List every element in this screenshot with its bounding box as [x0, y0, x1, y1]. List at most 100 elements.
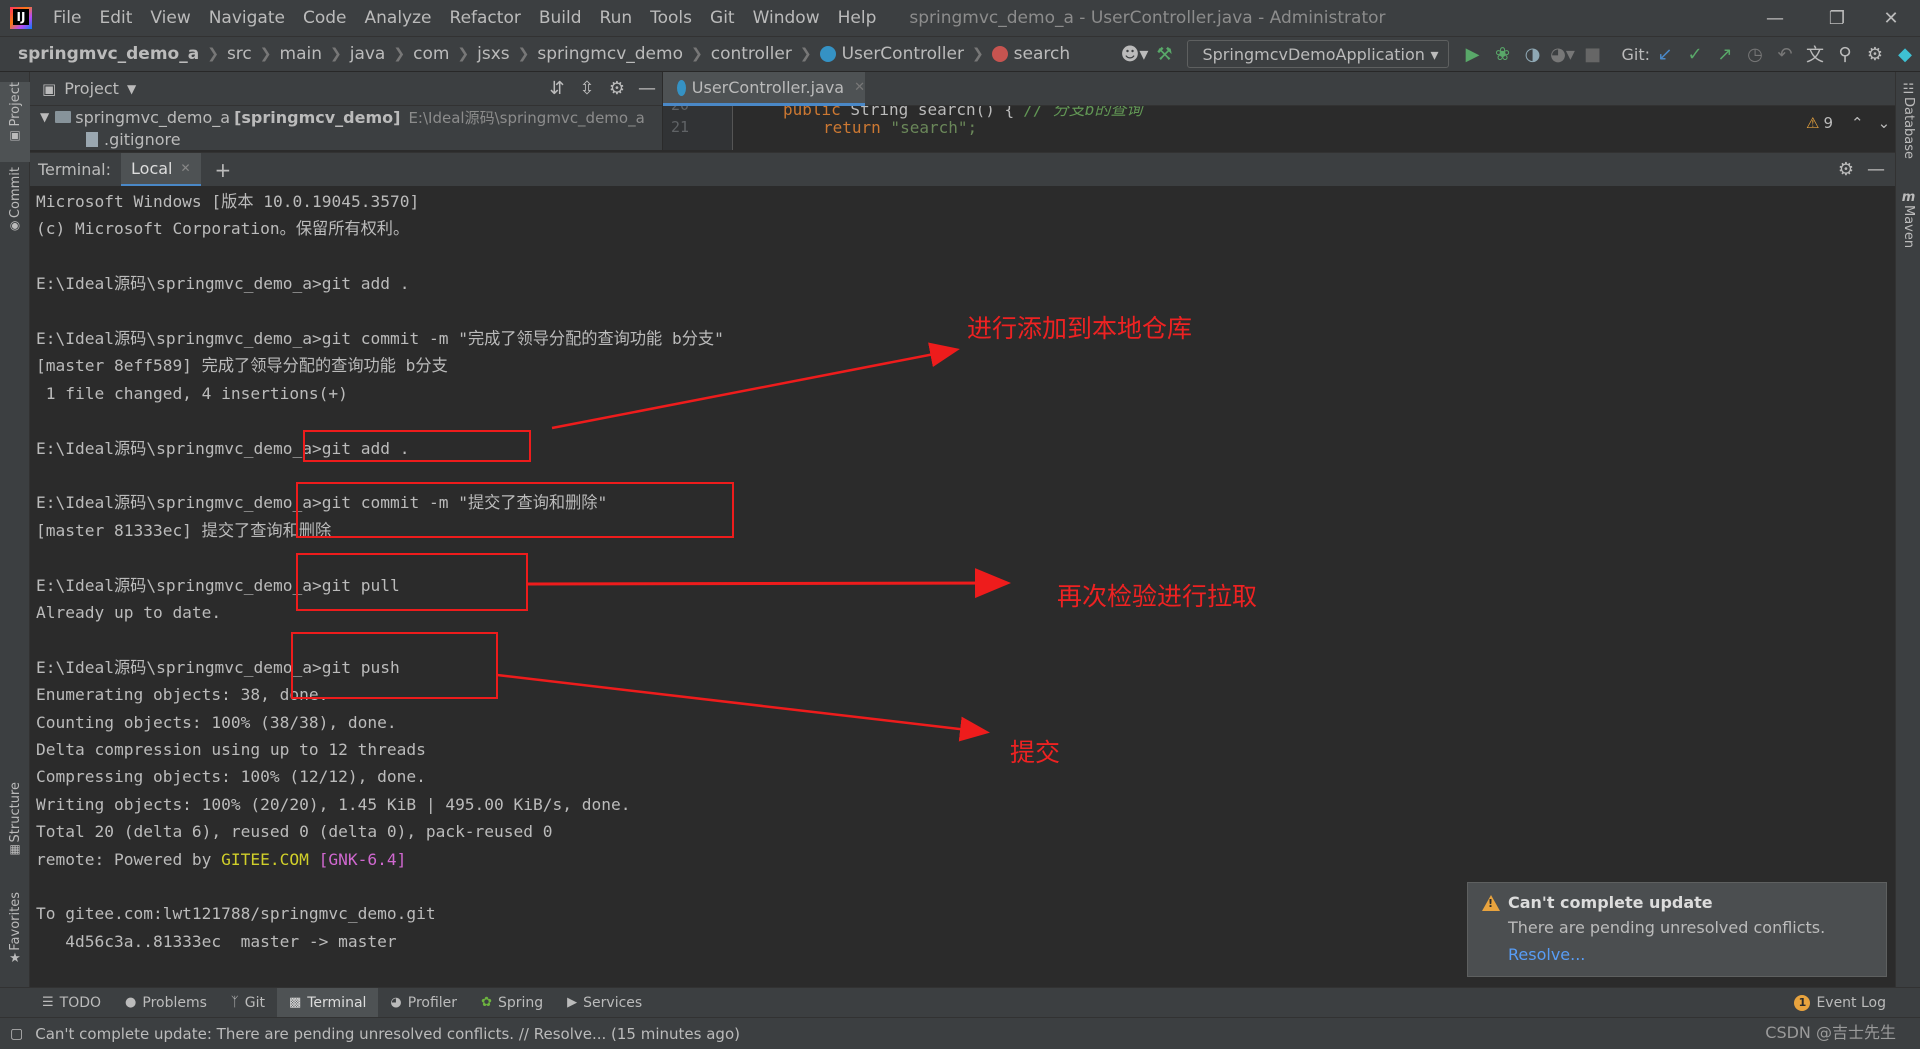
minimize-button[interactable]: — — [1744, 0, 1806, 36]
tool-terminal[interactable]: ▩ Terminal — [276, 987, 379, 1018]
terminal-tab-local[interactable]: Local ✕ — [121, 152, 201, 187]
profile-icon[interactable]: ◕▾ — [1547, 39, 1577, 69]
side-tab-favorites[interactable]: Favorites ★ — [0, 892, 30, 982]
tool-todo[interactable]: ☰ TODO — [30, 988, 113, 1018]
debug-icon[interactable]: ❀ — [1487, 39, 1517, 69]
run-icon[interactable]: ▶ — [1457, 39, 1487, 69]
chevron-right-icon: ❯ — [207, 46, 219, 62]
close-tab-icon[interactable]: ✕ — [854, 80, 865, 95]
breadcrumb-controller[interactable]: controller — [711, 44, 792, 64]
chevron-right-icon: ❯ — [799, 46, 812, 62]
git-commit-icon[interactable]: ✓ — [1680, 39, 1710, 69]
tool-profiler[interactable]: ◕ Profiler — [378, 988, 469, 1018]
breadcrumb-project[interactable]: springmvc_demo_a — [18, 44, 199, 64]
plugin-icon[interactable]: ◆ — [1890, 39, 1920, 69]
git-push-icon[interactable]: ↗ — [1710, 39, 1740, 69]
profiler-icon: ◕ — [390, 995, 402, 1010]
settings-gear-icon[interactable]: ⚙ — [1860, 39, 1890, 69]
hide-panel-icon[interactable]: — — [632, 74, 662, 104]
restore-button[interactable]: ❐ — [1806, 0, 1868, 36]
tool-services[interactable]: ▶ Services — [555, 988, 654, 1018]
breadcrumb-com[interactable]: com — [413, 44, 449, 64]
project-view-selector[interactable]: Project — [64, 79, 119, 98]
side-tab-commit[interactable]: Commit ◉ — [0, 167, 30, 247]
panel-settings-icon[interactable]: ⚙ — [602, 74, 632, 104]
translate-icon[interactable]: 文 — [1800, 39, 1830, 69]
build-hammer-icon[interactable]: ⚒ — [1149, 39, 1179, 69]
git-rollback-icon[interactable]: ↶ — [1770, 39, 1800, 69]
menu-build[interactable]: Build — [530, 0, 591, 36]
chevron-down-icon[interactable]: ▼ — [127, 82, 136, 96]
menu-file[interactable]: File — [44, 0, 90, 36]
warning-icon: ⚠ — [1806, 114, 1820, 132]
hide-terminal-icon[interactable]: — — [1861, 155, 1891, 185]
side-tab-database[interactable]: ☳ Database — [1896, 82, 1920, 172]
tool-spring[interactable]: ✿ Spring — [469, 988, 555, 1018]
menu-view[interactable]: View — [141, 0, 199, 36]
menu-git[interactable]: Git — [701, 0, 744, 36]
side-tab-project[interactable]: Project ▣ — [0, 82, 30, 162]
close-tab-icon[interactable]: ✕ — [180, 161, 190, 175]
breadcrumb-jsxs[interactable]: jsxs — [477, 44, 510, 64]
chevron-up-icon[interactable]: ⌃ — [1851, 114, 1864, 132]
chevron-down-icon[interactable]: ▼ — [40, 110, 49, 124]
terminal-line-text: [master 8eff589] 完成了领导分配的查询功能 b分支 — [36, 356, 448, 376]
terminal-line: 1 file changed, 4 insertions(+) — [36, 382, 348, 406]
menu-edit[interactable]: Edit — [90, 0, 141, 36]
menu-analyze[interactable]: Analyze — [356, 0, 441, 36]
chevron-down-icon[interactable]: ⌄ — [1878, 114, 1891, 132]
breadcrumb-src[interactable]: src — [227, 44, 252, 64]
new-terminal-plus-icon[interactable]: + — [215, 158, 232, 182]
terminal-header: Terminal: Local ✕ + ⚙ — — [30, 152, 1895, 187]
expand-all-icon[interactable]: ⇵ — [542, 74, 572, 104]
search-icon[interactable]: ⚲ — [1830, 39, 1860, 69]
git-history-icon[interactable]: ◷ — [1740, 39, 1770, 69]
terminal-line: To gitee.com:lwt121788/springmvc_demo.gi… — [36, 902, 436, 926]
breadcrumb-java[interactable]: java — [350, 44, 386, 64]
coverage-icon[interactable]: ◑ — [1517, 39, 1547, 69]
inspection-widget[interactable]: ⚠ 9 ⌃ ⌄ — [1806, 114, 1890, 132]
git-label: Git: — [1621, 44, 1650, 64]
status-message[interactable]: Can't complete update: There are pending… — [35, 1025, 740, 1043]
terminal-line-text: E:\Ideal源码\springmvc_demo_a>git add . — [36, 274, 410, 294]
notification-popup[interactable]: Can't complete update There are pending … — [1467, 882, 1887, 977]
terminal-settings-icon[interactable]: ⚙ — [1831, 155, 1861, 185]
menu-help[interactable]: Help — [829, 0, 886, 36]
breadcrumb-usercontroller[interactable]: UserController — [819, 44, 964, 64]
tool-git[interactable]: ᛉ Git — [219, 988, 277, 1018]
right-tool-stripe: ☳ Database m Maven — [1895, 72, 1920, 987]
close-button[interactable]: ✕ — [1860, 0, 1920, 36]
git-update-icon[interactable]: ↙ — [1650, 39, 1680, 69]
menu-tools[interactable]: Tools — [641, 0, 701, 36]
breadcrumb-springmcv-demo[interactable]: springmcv_demo — [537, 44, 683, 64]
collapse-all-icon[interactable]: ⇳ — [572, 74, 602, 104]
user-dropdown-icon[interactable]: ☻▾ — [1119, 39, 1149, 69]
breadcrumb-search[interactable]: search — [991, 44, 1070, 64]
tree-file-row[interactable]: .gitignore — [30, 128, 662, 150]
toggle-tool-windows-icon[interactable]: ▢ — [10, 1026, 23, 1042]
terminal-line: Delta compression using up to 12 threads — [36, 738, 426, 762]
warning-count: 9 — [1823, 114, 1833, 132]
breadcrumb-usercontroller-label: UserController — [841, 44, 964, 64]
menu-run[interactable]: Run — [591, 0, 642, 36]
menu-navigate[interactable]: Navigate — [200, 0, 294, 36]
tree-root-row[interactable]: ▼ springmvc_demo_a [springmcv_demo] E:\I… — [30, 106, 662, 128]
notification-resolve-link[interactable]: Resolve... — [1508, 945, 1872, 964]
tool-problems[interactable]: ● Problems — [113, 988, 219, 1018]
ide-window: File Edit View Navigate Code Analyze Ref… — [0, 0, 1920, 1049]
breadcrumb-main[interactable]: main — [280, 44, 322, 64]
menu-refactor[interactable]: Refactor — [441, 0, 530, 36]
tool-event-log[interactable]: 1 Event Log — [1782, 988, 1898, 1018]
terminal-line-text: Delta compression using up to 12 threads — [36, 740, 426, 759]
stop-icon[interactable]: ■ — [1577, 39, 1607, 69]
code-editor[interactable]: 20 21 public String search() { // 分支b的查询… — [663, 106, 1895, 150]
menu-code[interactable]: Code — [294, 0, 356, 36]
menu-window[interactable]: Window — [744, 0, 829, 36]
run-configuration-select[interactable]: SpringmcvDemoApplication ▾ — [1187, 40, 1450, 68]
side-tab-maven[interactable]: m Maven — [1896, 190, 1920, 270]
terminal-line-text: [master 81333ec] 提交了查询和删除 — [36, 520, 332, 540]
tool-event-log-label: Event Log — [1816, 994, 1886, 1011]
database-icon: ☳ — [1902, 82, 1915, 97]
editor-tab-usercontroller[interactable]: UserController.java ✕ — [663, 72, 865, 106]
side-tab-structure[interactable]: Structure ▦ — [0, 782, 30, 872]
